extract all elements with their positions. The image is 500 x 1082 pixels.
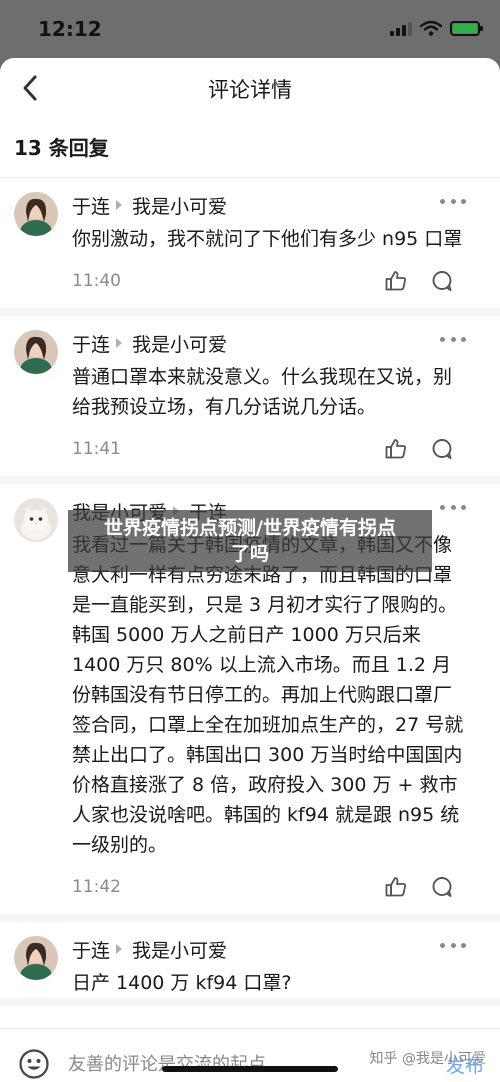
comment-reply-to[interactable]: 我是小可爱 xyxy=(132,330,227,357)
more-options-icon[interactable] xyxy=(440,940,466,950)
comment-time: 11:40 xyxy=(72,271,121,291)
like-icon[interactable] xyxy=(384,875,408,899)
comment-item[interactable]: 于连 我是小可爱普通口罩本来就没意义。什么我现在又说，别给我预设立场，有几分话说几… xyxy=(0,316,500,484)
comment-input[interactable] xyxy=(68,1049,408,1079)
banner-line-1: 世界疫情拐点预测/世界疫情有拐点 xyxy=(104,517,396,539)
page-title: 评论详情 xyxy=(208,78,292,102)
emoji-icon[interactable] xyxy=(18,1048,50,1080)
avatar[interactable] xyxy=(14,936,58,980)
comment-author[interactable]: 于连 xyxy=(72,192,110,219)
comment-item[interactable]: 于连 我是小可爱你别激动，我不就问了下他们有多少 n95 口罩 11:40 xyxy=(0,178,500,316)
status-bar: 12:12 xyxy=(0,0,500,60)
reply-icon[interactable] xyxy=(430,269,454,293)
comment-text: 我看过一篇关于韩国疫情的文章，韩国又不像意大利一样有点穷途末路了，而且韩国的口罩… xyxy=(72,534,464,856)
like-icon[interactable] xyxy=(384,269,408,293)
comment-head: 于连 我是小可爱 xyxy=(72,316,476,356)
comment-footer: 11:40 xyxy=(72,254,476,308)
banner-line-2: 了吗 xyxy=(230,543,269,565)
comment-reply-to[interactable]: 我是小可爱 xyxy=(132,936,227,963)
sheet-header: 评论详情 xyxy=(0,58,500,120)
reply-arrow-icon xyxy=(116,944,123,954)
comment-footer: 11:41 xyxy=(72,422,476,476)
reply-arrow-icon xyxy=(116,200,123,210)
more-options-icon[interactable] xyxy=(440,196,466,206)
reply-icon[interactable] xyxy=(430,437,454,461)
comment-footer: 11:42 xyxy=(72,860,476,914)
comment-item[interactable]: 于连 我是小可爱日产 1400 万 kf94 口罩? xyxy=(0,922,500,1006)
more-options-icon[interactable] xyxy=(440,502,466,512)
avatar[interactable] xyxy=(14,192,58,236)
home-indicator xyxy=(162,1066,338,1072)
comment-time: 11:41 xyxy=(72,439,121,459)
comment-head: 于连 我是小可爱 xyxy=(72,922,476,962)
signal-icon xyxy=(390,20,412,36)
comment-author[interactable]: 于连 xyxy=(72,330,110,357)
comment-head: 于连 我是小可爱 xyxy=(72,178,476,218)
comment-reply-to[interactable]: 我是小可爱 xyxy=(132,192,227,219)
comment-time: 11:42 xyxy=(72,877,121,897)
wifi-icon xyxy=(420,20,442,36)
avatar[interactable] xyxy=(14,330,58,374)
avatar[interactable] xyxy=(14,498,58,542)
like-icon[interactable] xyxy=(384,437,408,461)
battery-icon xyxy=(450,20,483,36)
reply-count: 13 条回复 xyxy=(0,120,500,178)
comment-list: 于连 我是小可爱 你别激动，我不就问了下他们有多少 n95 口罩 11:40 于连 我是小… xyxy=(0,178,500,1006)
watermark-banner: 世界疫情拐点预测/世界疫情有拐点 了吗 xyxy=(68,510,432,572)
source-watermark: 知乎 @我是小可爱 xyxy=(369,1051,486,1067)
comment-text: 日产 1400 万 kf94 口罩? xyxy=(72,972,292,994)
comment-author[interactable]: 于连 xyxy=(72,936,110,963)
reply-icon[interactable] xyxy=(430,875,454,899)
status-icons xyxy=(390,20,483,36)
comment-text: 你别激动，我不就问了下他们有多少 n95 口罩 xyxy=(72,228,463,250)
reply-arrow-icon xyxy=(116,338,123,348)
comment-text: 普通口罩本来就没意义。什么我现在又说，别给我预设立场，有几分话说几分话。 xyxy=(72,366,453,418)
status-time: 12:12 xyxy=(38,17,102,41)
more-options-icon[interactable] xyxy=(440,334,466,344)
